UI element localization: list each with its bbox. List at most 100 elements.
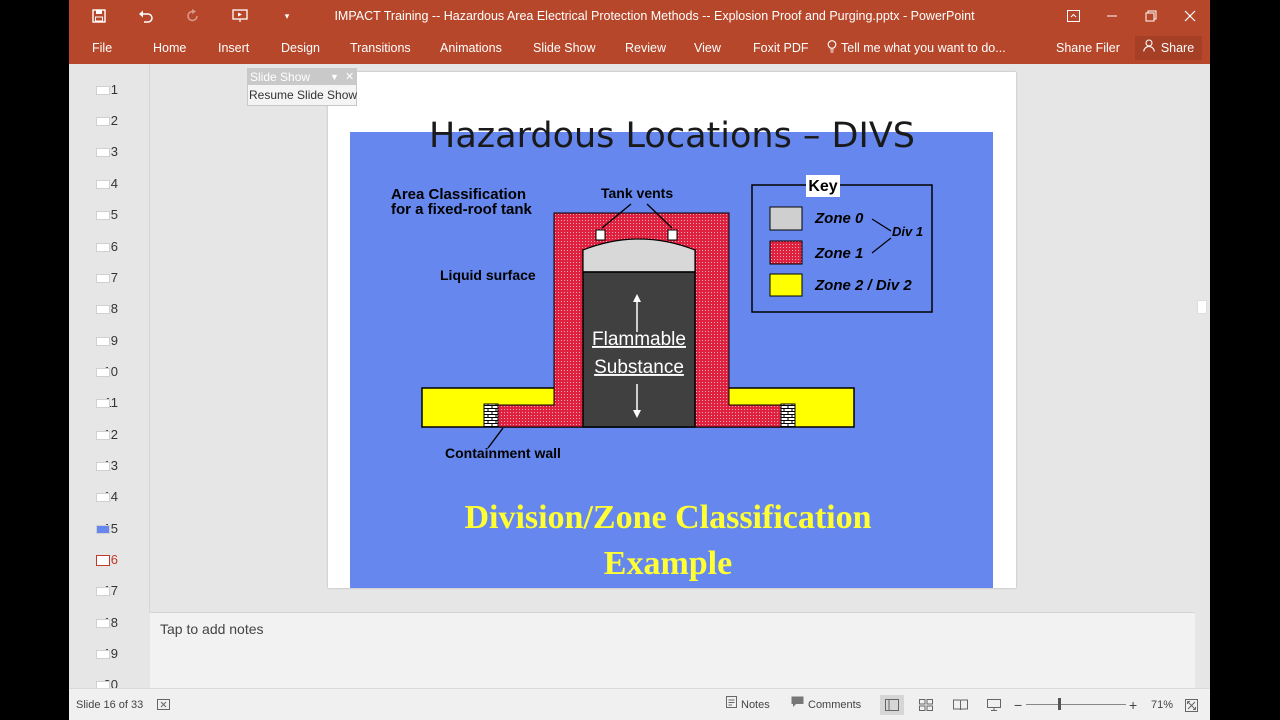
restore-icon[interactable] <box>1132 0 1170 32</box>
fit-to-window-icon[interactable] <box>1185 689 1198 720</box>
containment-wall-label: Containment wall <box>445 445 561 461</box>
vertical-scrollbar-thumb[interactable] <box>1197 300 1207 314</box>
key-swatch-zone2 <box>769 273 803 297</box>
slide-canvas[interactable]: Hazardous Locations – DIVS Area Classifi… <box>328 72 1016 588</box>
slide-thumbnail-image <box>96 462 110 471</box>
notes-pane[interactable]: Tap to add notes <box>150 612 1195 689</box>
slide-thumbnail-image <box>96 368 110 377</box>
tab-slide-show[interactable]: Slide Show <box>533 32 596 64</box>
slide-show-view-icon[interactable] <box>982 695 1006 715</box>
slide-show-toolbar: Slide Show ▼ ✕ Resume Slide Show <box>247 68 357 106</box>
notes-label: Notes <box>741 699 770 711</box>
title-bar: ▾ IMPACT Training -- Hazardous Area Elec… <box>69 0 1210 32</box>
spelling-check-icon[interactable] <box>157 689 171 720</box>
slide-thumbnail-image <box>96 650 110 659</box>
zone-0-vapor-space <box>582 238 696 273</box>
tab-transitions[interactable]: Transitions <box>350 32 411 64</box>
slide-thumbnail-image <box>96 587 110 596</box>
fixed-roof-tank-label: for a fixed-roof tank <box>391 201 533 218</box>
share-label: Share <box>1160 41 1195 55</box>
comments-button[interactable]: Comments <box>791 689 861 720</box>
slide-thumbnail[interactable]: 11 <box>69 393 149 413</box>
tab-review[interactable]: Review <box>625 32 666 64</box>
tab-insert[interactable]: Insert <box>218 32 249 64</box>
notes-placeholder: Tap to add notes <box>160 621 264 637</box>
slide-thumbnail[interactable]: 18 <box>69 613 149 633</box>
slide-thumbnail[interactable]: 10 <box>69 362 149 382</box>
key-zone2-label: Zone 2 / Div 2 <box>814 277 912 294</box>
undo-icon[interactable] <box>131 0 161 32</box>
liquid-surface-label: Liquid surface <box>440 267 536 283</box>
slide-thumbnail[interactable]: 20 <box>69 675 149 688</box>
slide-thumbnail[interactable]: 7 <box>69 268 149 288</box>
tell-me-search[interactable]: Tell me what you want to do... <box>827 32 1006 64</box>
slide-thumbnail[interactable]: 12 <box>69 425 149 445</box>
slide-thumbnail-image <box>96 493 110 502</box>
tell-me-text: Tell me what you want to do... <box>841 41 1006 55</box>
slide-thumbnail[interactable]: 19 <box>69 644 149 664</box>
notes-icon <box>726 689 737 720</box>
resume-slide-show-button[interactable]: Resume Slide Show <box>249 88 357 102</box>
slide-counter: Slide 16 of 33 <box>76 699 144 711</box>
normal-view-icon[interactable] <box>880 695 904 715</box>
minimize-icon[interactable] <box>1093 0 1131 32</box>
slide-diagram: Area Classification for a fixed-roof tan… <box>350 132 993 588</box>
flammable-label: Flammable <box>592 329 686 350</box>
slide-thumbnail-image <box>96 525 110 534</box>
substance-label: Substance <box>594 357 684 378</box>
vertical-scrollbar[interactable] <box>1195 64 1210 612</box>
user-name[interactable]: Shane Filer <box>1056 32 1120 64</box>
slide-thumbnail[interactable]: 2 <box>69 111 149 131</box>
slide-thumbnail-image <box>96 148 110 157</box>
slide-thumbnail[interactable]: 5 <box>69 205 149 225</box>
slide-thumbnail[interactable]: 3 <box>69 142 149 162</box>
window-title: IMPACT Training -- Hazardous Area Electr… <box>334 9 975 23</box>
key-title: Key <box>808 178 837 195</box>
slide-thumbnail[interactable]: 4 <box>69 174 149 194</box>
tank-vents-label: Tank vents <box>601 185 673 201</box>
tab-view[interactable]: View <box>694 32 721 64</box>
zoom-slider-handle[interactable] <box>1058 698 1061 710</box>
slide-thumbnail[interactable]: 14 <box>69 487 149 507</box>
slide-thumbnail[interactable]: 1 <box>69 80 149 100</box>
slide-thumbnail-image <box>96 86 110 95</box>
redo-icon[interactable] <box>178 0 208 32</box>
slide-thumbnail-image <box>96 681 110 688</box>
slide-thumbnail-image <box>96 305 110 314</box>
ribbon-tabs: File Home Insert Design Transitions Anim… <box>69 32 1210 64</box>
slide-thumbnail[interactable]: 13 <box>69 456 149 476</box>
tab-design[interactable]: Design <box>281 32 320 64</box>
slide-show-toolbar-header[interactable]: Slide Show ▼ ✕ <box>248 69 356 85</box>
slide-thumbnail[interactable]: 17 <box>69 581 149 601</box>
reading-view-icon[interactable] <box>948 695 972 715</box>
tab-home[interactable]: Home <box>153 32 186 64</box>
slide-title[interactable]: Hazardous Locations – DIVS <box>328 116 1016 156</box>
ribbon-display-options-icon[interactable] <box>1054 0 1092 32</box>
containment-wall-left <box>483 403 499 428</box>
tab-foxit-pdf[interactable]: Foxit PDF <box>753 32 809 64</box>
toolbar-options-icon[interactable]: ▼ <box>330 69 339 85</box>
tab-file[interactable]: File <box>92 32 112 64</box>
save-icon[interactable] <box>84 0 114 32</box>
zoom-level[interactable]: 71% <box>1151 689 1173 720</box>
slide-thumbnail-image <box>96 274 110 283</box>
share-button[interactable]: Share <box>1135 36 1202 60</box>
slide-thumbnail-image <box>96 180 110 189</box>
zoom-slider[interactable] <box>1026 704 1126 705</box>
comments-icon <box>791 689 804 720</box>
slide-thumbnail[interactable]: 6 <box>69 237 149 257</box>
close-icon[interactable] <box>1171 0 1209 32</box>
zoom-out-icon[interactable]: − <box>1014 689 1022 720</box>
slide-thumbnail[interactable]: 15 <box>69 519 149 539</box>
containment-wall-right <box>780 403 796 428</box>
slide-thumbnail-image <box>96 243 110 252</box>
slide-thumbnail[interactable]: 8 <box>69 299 149 319</box>
tab-animations[interactable]: Animations <box>440 32 502 64</box>
slide-thumbnail-active[interactable]: 16 <box>69 550 149 570</box>
toolbar-close-icon[interactable]: ✕ <box>345 69 354 85</box>
zoom-in-icon[interactable]: + <box>1129 689 1137 720</box>
notes-button[interactable]: Notes <box>726 689 770 720</box>
pane-splitter[interactable] <box>149 64 150 612</box>
slide-sorter-view-icon[interactable] <box>914 695 938 715</box>
slide-thumbnail[interactable]: 9 <box>69 331 149 351</box>
